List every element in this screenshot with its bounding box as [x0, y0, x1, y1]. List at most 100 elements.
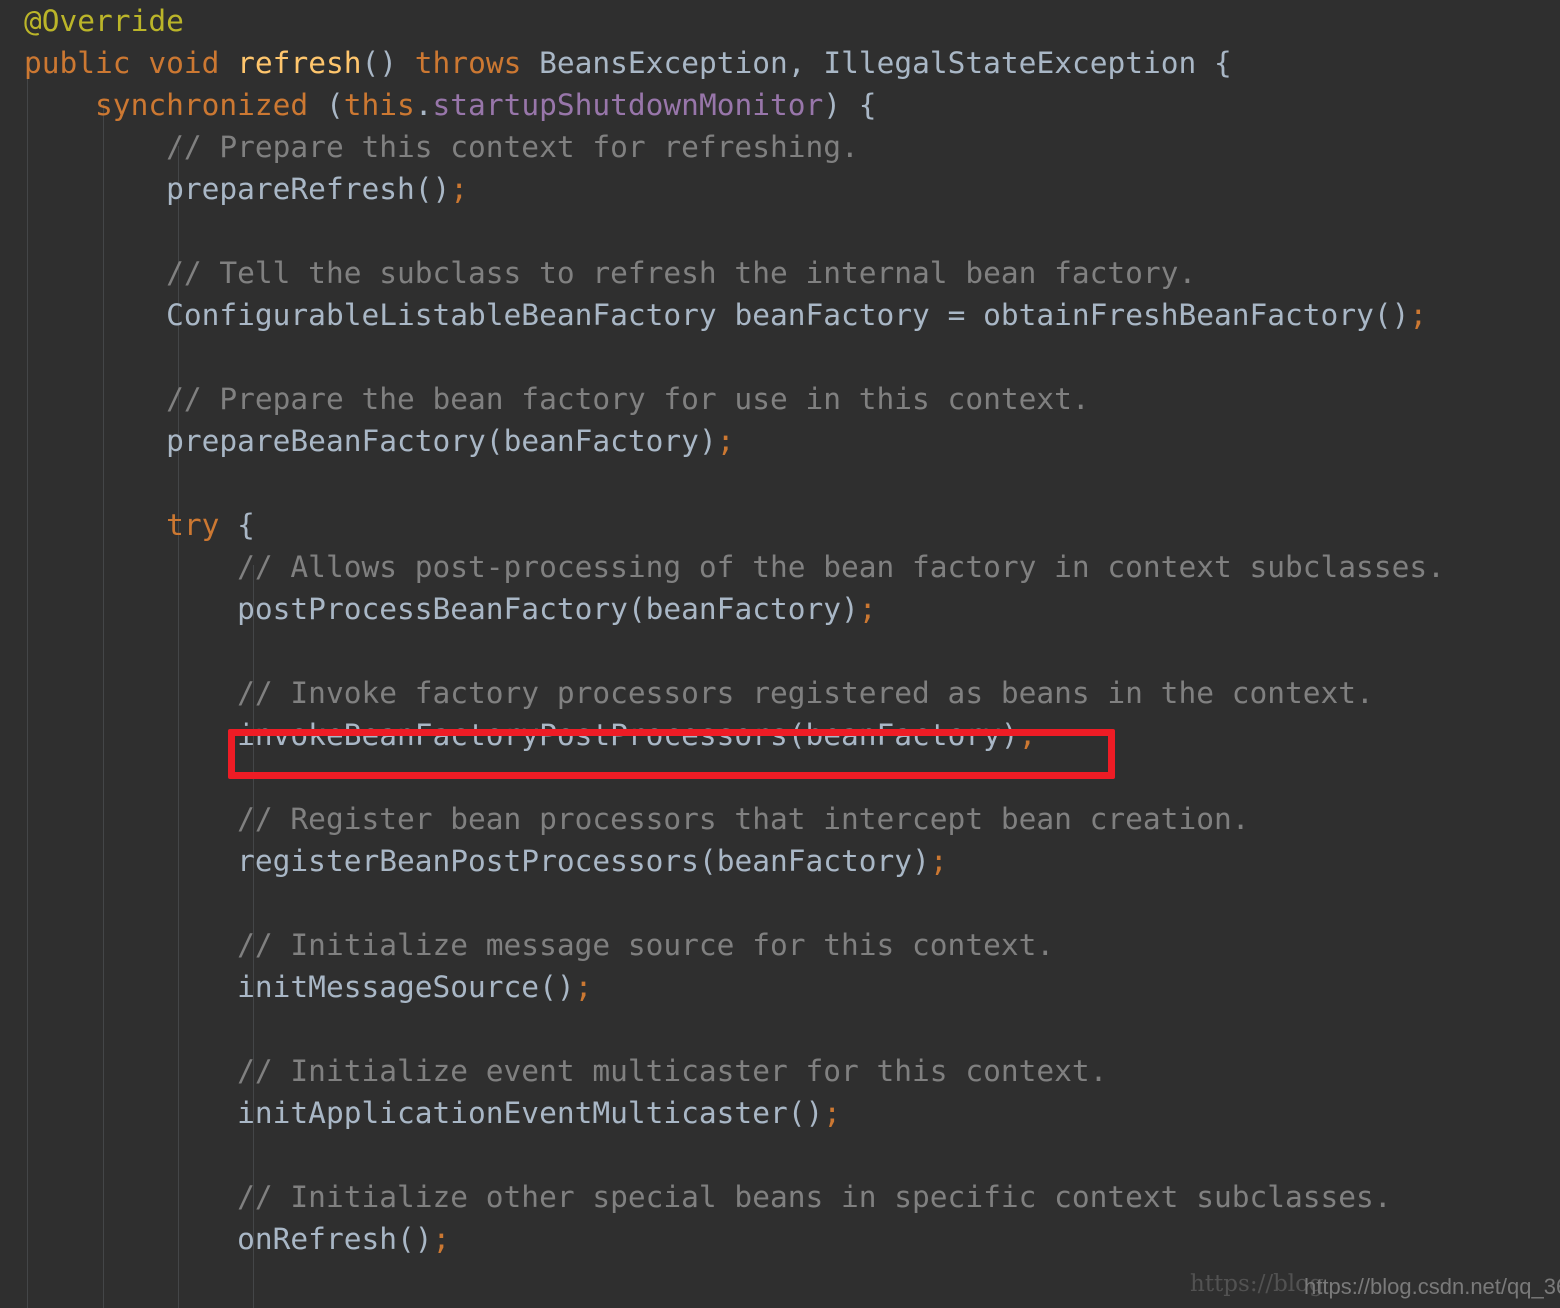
- code-token-punc: .: [414, 88, 433, 122]
- code-line: ​: [0, 882, 1560, 924]
- code-token-cmt: // Initialize message source for this co…: [237, 928, 1055, 962]
- code-token-punc: [717, 298, 735, 332]
- code-token-semi: ;: [823, 1096, 842, 1130]
- code-token-punc: =: [929, 298, 984, 332]
- code-token-ident: onRefresh: [237, 1222, 397, 1256]
- code-token-ident: invokeBeanFactoryPostProcessors: [237, 718, 788, 752]
- code-token-paren: (: [698, 844, 717, 878]
- code-line: ​: [0, 462, 1560, 504]
- code-line: initMessageSource();: [0, 966, 1560, 1008]
- code-token-cmt: // Register bean processors that interce…: [237, 802, 1250, 836]
- code-line: // Register bean processors that interce…: [0, 798, 1560, 840]
- code-screenshot: @Override public void refresh() throws Be…: [0, 0, 1560, 1308]
- code-line: ​: [0, 336, 1560, 378]
- code-line: public void refresh() throws BeansExcept…: [0, 42, 1560, 84]
- code-token-semi: ;: [1018, 718, 1037, 752]
- code-token-paren: ) {: [823, 88, 877, 122]
- code-line: ConfigurableListableBeanFactory beanFact…: [0, 294, 1560, 336]
- code-line: ​: [0, 630, 1560, 672]
- code-line: onRefresh();: [0, 1218, 1560, 1260]
- code-token-paren: (): [787, 1096, 824, 1130]
- code-token-punc: [806, 46, 824, 80]
- code-token-punc: [219, 46, 237, 80]
- code-token-anno: @Override: [24, 4, 184, 38]
- code-token-semi: ;: [716, 424, 735, 458]
- code-token-paren: ): [912, 844, 930, 878]
- code-line: prepareRefresh();: [0, 168, 1560, 210]
- code-token-paren: ): [841, 592, 859, 626]
- code-line: // Initialize event multicaster for this…: [0, 1050, 1560, 1092]
- code-token-kw: try: [166, 508, 220, 542]
- code-line: ​: [0, 756, 1560, 798]
- code-line: ​: [0, 1008, 1560, 1050]
- code-line: ​: [0, 1134, 1560, 1176]
- code-token-type: ConfigurableListableBeanFactory: [166, 298, 717, 332]
- code-token-paren: ): [1000, 718, 1019, 752]
- code-token-cmt: // Invoke factory processors registered …: [237, 676, 1374, 710]
- code-token-method: refresh: [237, 46, 362, 80]
- code-token-kw: throws: [414, 46, 522, 80]
- code-token-type: IllegalStateException: [823, 46, 1197, 80]
- code-token-semi: ;: [574, 970, 593, 1004]
- watermark-sans: https://blog.csdn.net/qq_36963950: [1304, 1274, 1560, 1299]
- code-line: postProcessBeanFactory(beanFactory);: [0, 588, 1560, 630]
- code-token-cmt: // Initialize other special beans in spe…: [237, 1180, 1392, 1214]
- code-token-paren: (: [627, 592, 646, 626]
- code-token-ident: beanFactory: [503, 424, 699, 458]
- code-token-ident: prepareBeanFactory: [166, 424, 486, 458]
- watermark-serif: https://blog: [1190, 1271, 1324, 1297]
- code-token-paren: (): [361, 46, 398, 80]
- code-token-ident: prepareRefresh: [166, 172, 415, 206]
- code-token-semi: ;: [929, 844, 948, 878]
- code-token-paren: (): [539, 970, 575, 1004]
- code-token-field: startupShutdownMonitor: [432, 88, 824, 122]
- code-line: // Initialize other special beans in spe…: [0, 1176, 1560, 1218]
- code-token-ident: registerBeanPostProcessors: [237, 844, 699, 878]
- code-line: prepareBeanFactory(beanFactory);: [0, 420, 1560, 462]
- code-line: // Prepare the bean factory for use in t…: [0, 378, 1560, 420]
- code-line: invokeBeanFactoryPostProcessors(beanFact…: [0, 714, 1560, 756]
- code-line: // Invoke factory processors registered …: [0, 672, 1560, 714]
- code-token-punc: [131, 46, 149, 80]
- code-token-cmt: // Prepare this context for refreshing.: [166, 130, 859, 164]
- code-token-cmt: // Allows post-processing of the bean fa…: [237, 550, 1445, 584]
- code-token-ident: beanFactory: [805, 718, 1001, 752]
- code-line: try {: [0, 504, 1560, 546]
- code-line: synchronized (this.startupShutdownMonito…: [0, 84, 1560, 126]
- code-token-paren: (): [414, 172, 451, 206]
- code-token-paren: (): [397, 1222, 433, 1256]
- code-token-ident: obtainFreshBeanFactory: [983, 298, 1374, 332]
- code-token-kw: public: [24, 46, 131, 80]
- code-line: ​: [0, 210, 1560, 252]
- code-token-semi: ;: [450, 172, 469, 206]
- code-line: // Prepare this context for refreshing.: [0, 126, 1560, 168]
- code-token-kw: void: [148, 46, 220, 80]
- code-token-paren: (: [308, 88, 344, 122]
- code-token-ident: postProcessBeanFactory: [237, 592, 628, 626]
- code-token-type: BeansException: [539, 46, 788, 80]
- code-token-semi: ;: [858, 592, 877, 626]
- code-token-punc: [397, 46, 415, 80]
- code-token-cmt: // Tell the subclass to refresh the inte…: [166, 256, 1197, 290]
- code-token-semi: ;: [1409, 298, 1428, 332]
- code-line: // Tell the subclass to refresh the inte…: [0, 252, 1560, 294]
- code-line: // Initialize message source for this co…: [0, 924, 1560, 966]
- code-token-cmt: // Prepare the bean factory for use in t…: [166, 382, 1090, 416]
- code-block[interactable]: @Override public void refresh() throws Be…: [0, 0, 1560, 1260]
- code-token-punc: {: [219, 508, 255, 542]
- code-token-punc: [521, 46, 539, 80]
- code-line: registerBeanPostProcessors(beanFactory);: [0, 840, 1560, 882]
- code-token-paren: (: [787, 718, 806, 752]
- code-token-paren: (: [485, 424, 504, 458]
- code-token-punc: {: [1196, 46, 1232, 80]
- code-token-cmt: // Initialize event multicaster for this…: [237, 1054, 1108, 1088]
- code-token-paren: ): [698, 424, 717, 458]
- code-token-semi: ;: [432, 1222, 451, 1256]
- code-token-ident: beanFactory: [716, 844, 913, 878]
- code-line: @Override: [0, 0, 1560, 42]
- code-token-paren: (): [1373, 298, 1410, 332]
- code-token-kw: synchronized: [95, 88, 309, 122]
- code-token-ident: beanFactory: [734, 298, 930, 332]
- code-line: // Allows post-processing of the bean fa…: [0, 546, 1560, 588]
- code-token-ident: initApplicationEventMulticaster: [237, 1096, 788, 1130]
